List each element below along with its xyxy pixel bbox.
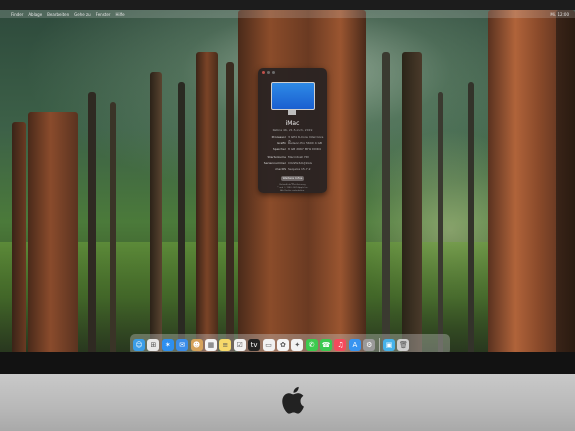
- model-subtitle: Retina 4K, 21.5-inch, 2019: [272, 128, 313, 132]
- notes-icon[interactable]: ≡: [219, 338, 232, 351]
- menu-item-finder[interactable]: Finder: [11, 12, 23, 17]
- spec-key: Seriennummer: [263, 161, 286, 165]
- wallpaper-tree: [556, 10, 575, 352]
- menu-item-fenster[interactable]: Fenster: [96, 12, 111, 17]
- zoom-button[interactable]: [272, 71, 275, 74]
- spec-value: Radeon Pro 560X 4 GB: [288, 141, 322, 145]
- spec-key: Grafik: [276, 141, 286, 145]
- contacts-icon[interactable]: ☻: [190, 338, 203, 351]
- spec-key: Startvolume: [267, 155, 286, 159]
- app-store-icon[interactable]: A: [348, 338, 361, 351]
- spec-row: macOS Sequoia 15.7.2: [260, 167, 325, 171]
- desktop-screen: Finder Ablage Bearbeiten Gehe zu Fenster…: [0, 10, 575, 352]
- menu-item-bearbeiten[interactable]: Bearbeiten: [47, 12, 69, 17]
- wallpaper-tree: [226, 62, 234, 352]
- menu-bar-clock[interactable]: Mi. 12:00: [550, 12, 569, 17]
- spec-row: Grafik Radeon Pro 560X 4 GB: [260, 141, 325, 145]
- window-controls: [262, 71, 275, 74]
- messages-icon[interactable]: ✆: [305, 338, 318, 351]
- apple-logo-icon: [282, 386, 304, 414]
- close-button[interactable]: [262, 71, 265, 74]
- more-info-button[interactable]: Weitere Infos …: [281, 176, 304, 185]
- legal-text: Behördliche Zertifizierung ™ und © 1983–…: [276, 184, 309, 192]
- launchpad-icon[interactable]: ⊞: [147, 338, 160, 351]
- model-title: iMac: [285, 120, 300, 127]
- finder-icon[interactable]: ☺: [133, 338, 145, 351]
- facetime-icon[interactable]: ✦: [291, 338, 304, 351]
- photos-icon[interactable]: ✿: [276, 338, 289, 351]
- wallpaper-tree: [488, 10, 566, 352]
- downloads-folder-icon[interactable]: ▣: [383, 338, 396, 351]
- wallpaper-tree: [178, 82, 185, 352]
- calendar-icon[interactable]: ▦: [204, 338, 217, 351]
- dock-separator: [378, 337, 380, 352]
- spec-value: Macintosh HD: [288, 155, 309, 159]
- itunes-icon[interactable]: ♫: [334, 338, 347, 351]
- reminders-icon[interactable]: ☑: [233, 338, 246, 351]
- spec-row: Speicher 8 GB 2667 MHz DDR4: [260, 147, 325, 151]
- imac-illustration: [271, 82, 315, 116]
- menu-item-hilfe[interactable]: Hilfe: [115, 12, 124, 17]
- menu-item-ablage[interactable]: Ablage: [28, 12, 42, 17]
- minimize-button[interactable]: [267, 71, 270, 74]
- wallpaper-tree: [88, 92, 96, 352]
- wallpaper-tree: [196, 52, 218, 352]
- spec-row: Startvolume Macintosh HD: [260, 155, 325, 159]
- spec-key: macOS: [275, 167, 286, 171]
- trash-icon[interactable]: 🗑: [397, 338, 410, 351]
- system-settings-icon[interactable]: ⚙: [363, 338, 376, 351]
- spec-value: Sequoia 15.7.2: [288, 167, 311, 171]
- wallpaper-tree: [150, 72, 162, 352]
- wallpaper-tree: [468, 82, 474, 352]
- wallpaper-tree: [402, 52, 422, 352]
- wallpaper-tree: [12, 122, 26, 352]
- imac-illustration-screen: [271, 82, 315, 110]
- wallpaper-tree: [28, 112, 78, 352]
- menu-bar: Finder Ablage Bearbeiten Gehe zu Fenster…: [0, 10, 575, 18]
- wallpaper-tree: [110, 102, 116, 352]
- display-bezel-top: [0, 0, 575, 10]
- wallpaper-tree: [438, 92, 443, 352]
- about-this-mac-window: iMac Retina 4K, 21.5-inch, 2019 Prozesso…: [258, 68, 327, 193]
- imac-illustration-stand: [288, 110, 296, 115]
- spec-value: 8 GB 2667 MHz DDR4: [288, 147, 321, 151]
- wallpaper-tree: [382, 52, 390, 352]
- spec-key: Speicher: [272, 147, 286, 151]
- music-icon[interactable]: ▭: [262, 338, 275, 351]
- apple-tv-icon[interactable]: tv: [248, 338, 261, 351]
- spec-value: C02ZG3AUJ1GG: [288, 161, 312, 165]
- mail-icon[interactable]: ✉: [176, 338, 189, 351]
- spec-row: Seriennummer C02ZG3AUJ1GG: [260, 161, 325, 165]
- maps-icon[interactable]: ☎: [320, 338, 333, 351]
- safari-icon[interactable]: ✶: [161, 338, 174, 351]
- display-bezel-bottom: [0, 352, 575, 374]
- menu-item-gehe-zu[interactable]: Gehe zu: [74, 12, 90, 17]
